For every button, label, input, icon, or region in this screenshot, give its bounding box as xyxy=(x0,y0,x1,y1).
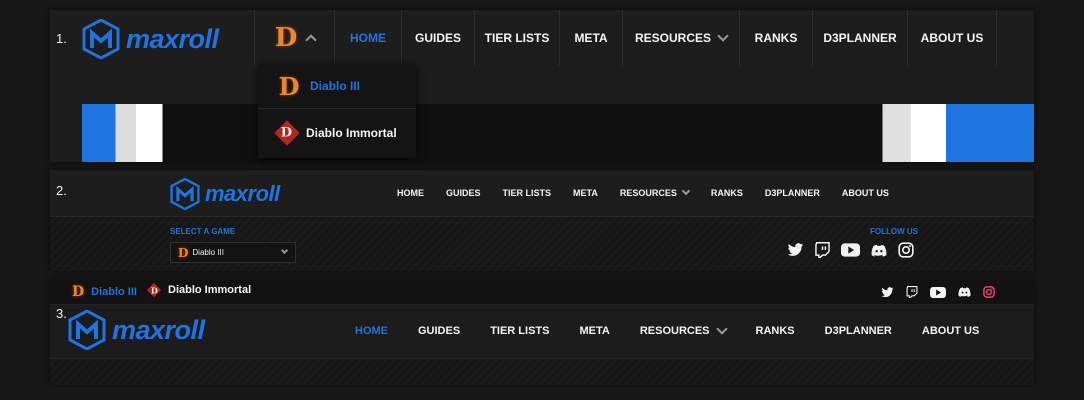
variant-number: 1. xyxy=(56,31,67,46)
twitter-icon[interactable] xyxy=(881,286,894,298)
nav-meta[interactable]: META xyxy=(559,10,622,66)
social-links xyxy=(881,286,995,298)
diablo-3-icon: D xyxy=(178,245,189,260)
game-link-diablo-3[interactable]: D Diablo III xyxy=(72,284,137,300)
game-strip: D Diablo III D Diablo Immortal xyxy=(50,280,1034,305)
nav-home[interactable]: HOME xyxy=(386,180,435,206)
hero-banner xyxy=(82,104,1034,162)
header-variant-3: D Diablo III D Diablo Immortal 3. maxrol… xyxy=(50,280,1034,385)
nav-resources[interactable]: RESOURCES xyxy=(609,180,700,206)
logo-wordmark: maxroll xyxy=(126,23,219,54)
nav-guides[interactable]: GUIDES xyxy=(401,10,474,66)
nav-home[interactable]: HOME xyxy=(340,316,403,346)
chevron-down-icon xyxy=(715,323,728,335)
chevron-down-icon xyxy=(280,246,289,255)
nav-d3planner[interactable]: D3PLANNER xyxy=(754,180,831,206)
nav-resources[interactable]: RESOURCES xyxy=(622,10,739,66)
chevron-down-icon xyxy=(681,186,691,196)
game-link-label: Diablo III xyxy=(91,286,137,298)
follow-us-label: FOLLOW US xyxy=(870,227,918,236)
dropdown-item-diablo-3[interactable]: D Diablo III xyxy=(258,64,416,109)
twitch-icon[interactable] xyxy=(906,286,918,298)
header-variant-2: 2. maxroll HOME GUIDES TIER LISTS META R… xyxy=(50,170,1034,271)
game-switcher[interactable]: D xyxy=(254,10,335,66)
game-select[interactable]: D Diablo III xyxy=(170,242,296,263)
game-select-value: Diablo III xyxy=(192,248,224,257)
social-links xyxy=(787,242,914,258)
dropdown-item-label: Diablo Immortal xyxy=(306,126,397,140)
subheader-bar xyxy=(50,358,1034,385)
maxroll-m-icon xyxy=(68,310,106,350)
discord-icon[interactable] xyxy=(871,244,887,257)
variant-number: 2. xyxy=(56,183,67,198)
nav-ranks[interactable]: RANKS xyxy=(741,316,810,346)
maxroll-m-icon xyxy=(170,178,200,210)
nav-about-us[interactable]: ABOUT US xyxy=(831,180,900,206)
main-nav: HOME GUIDES TIER LISTS META RESOURCES RA… xyxy=(340,316,994,346)
diablo-immortal-icon: D xyxy=(274,120,300,146)
game-dropdown: D Diablo III D Diablo Immortal xyxy=(258,64,416,158)
nav-tier-lists[interactable]: TIER LISTS xyxy=(474,10,559,66)
youtube-icon[interactable] xyxy=(841,243,860,257)
select-game-label: SELECT A GAME xyxy=(170,227,236,236)
nav-about-us[interactable]: ABOUT US xyxy=(907,10,997,66)
maxroll-logo[interactable]: maxroll xyxy=(170,178,280,210)
diablo-3-icon: D xyxy=(72,284,85,300)
nav-ranks[interactable]: RANKS xyxy=(700,180,754,206)
nav-home[interactable]: HOME xyxy=(334,10,401,66)
banner-stripe-right xyxy=(858,104,1034,162)
dropdown-item-label: Diablo III xyxy=(310,79,361,93)
nav-resources-label: RESOURCES xyxy=(639,325,710,337)
game-link-label: Diablo Immortal xyxy=(168,284,252,296)
nav-resources-label: RESOURCES xyxy=(634,31,711,45)
nav-meta[interactable]: META xyxy=(562,180,609,206)
nav-guides[interactable]: GUIDES xyxy=(403,316,475,346)
chevron-up-icon xyxy=(305,34,317,46)
nav-meta[interactable]: META xyxy=(564,316,624,346)
youtube-icon[interactable] xyxy=(930,286,946,298)
instagram-icon[interactable] xyxy=(983,286,995,298)
nav-ranks[interactable]: RANKS xyxy=(739,10,812,66)
twitch-icon[interactable] xyxy=(815,242,830,258)
twitter-icon[interactable] xyxy=(787,243,804,257)
chevron-down-icon xyxy=(717,30,729,42)
nav-resources-label: RESOURCES xyxy=(619,188,677,198)
game-link-diablo-immortal[interactable]: D Diablo Immortal xyxy=(146,282,252,298)
nav-about-us[interactable]: ABOUT US xyxy=(907,316,994,346)
diablo-3-icon: D xyxy=(278,71,300,101)
diablo-3-icon: D xyxy=(274,23,298,53)
diablo-immortal-icon: D xyxy=(146,282,162,298)
maxroll-m-icon xyxy=(82,19,120,59)
variant-number: 3. xyxy=(56,306,67,321)
nav-tier-lists[interactable]: TIER LISTS xyxy=(475,316,564,346)
dropdown-item-diablo-immortal[interactable]: D Diablo Immortal xyxy=(258,109,416,157)
subheader-bar: SELECT A GAME D Diablo III FOLLOW US xyxy=(50,216,1034,271)
banner-stripe-left xyxy=(82,104,194,162)
instagram-icon[interactable] xyxy=(898,242,914,258)
logo-wordmark: maxroll xyxy=(205,181,280,206)
nav-guides[interactable]: GUIDES xyxy=(435,180,492,206)
main-nav: HOME GUIDES TIER LISTS META RESOURCES RA… xyxy=(334,10,997,66)
discord-icon[interactable] xyxy=(958,287,971,297)
main-nav: HOME GUIDES TIER LISTS META RESOURCES RA… xyxy=(386,180,900,206)
header-variant-1: 1. maxroll D HOME GUIDES TIER LISTS META… xyxy=(50,10,1034,162)
nav-tier-lists[interactable]: TIER LISTS xyxy=(492,180,563,206)
maxroll-logo[interactable]: maxroll xyxy=(68,310,205,350)
logo-wordmark: maxroll xyxy=(112,314,205,345)
nav-d3planner[interactable]: D3PLANNER xyxy=(810,316,907,346)
maxroll-logo[interactable]: maxroll xyxy=(82,19,219,59)
nav-d3planner[interactable]: D3PLANNER xyxy=(812,10,907,66)
nav-resources[interactable]: RESOURCES xyxy=(625,316,741,346)
